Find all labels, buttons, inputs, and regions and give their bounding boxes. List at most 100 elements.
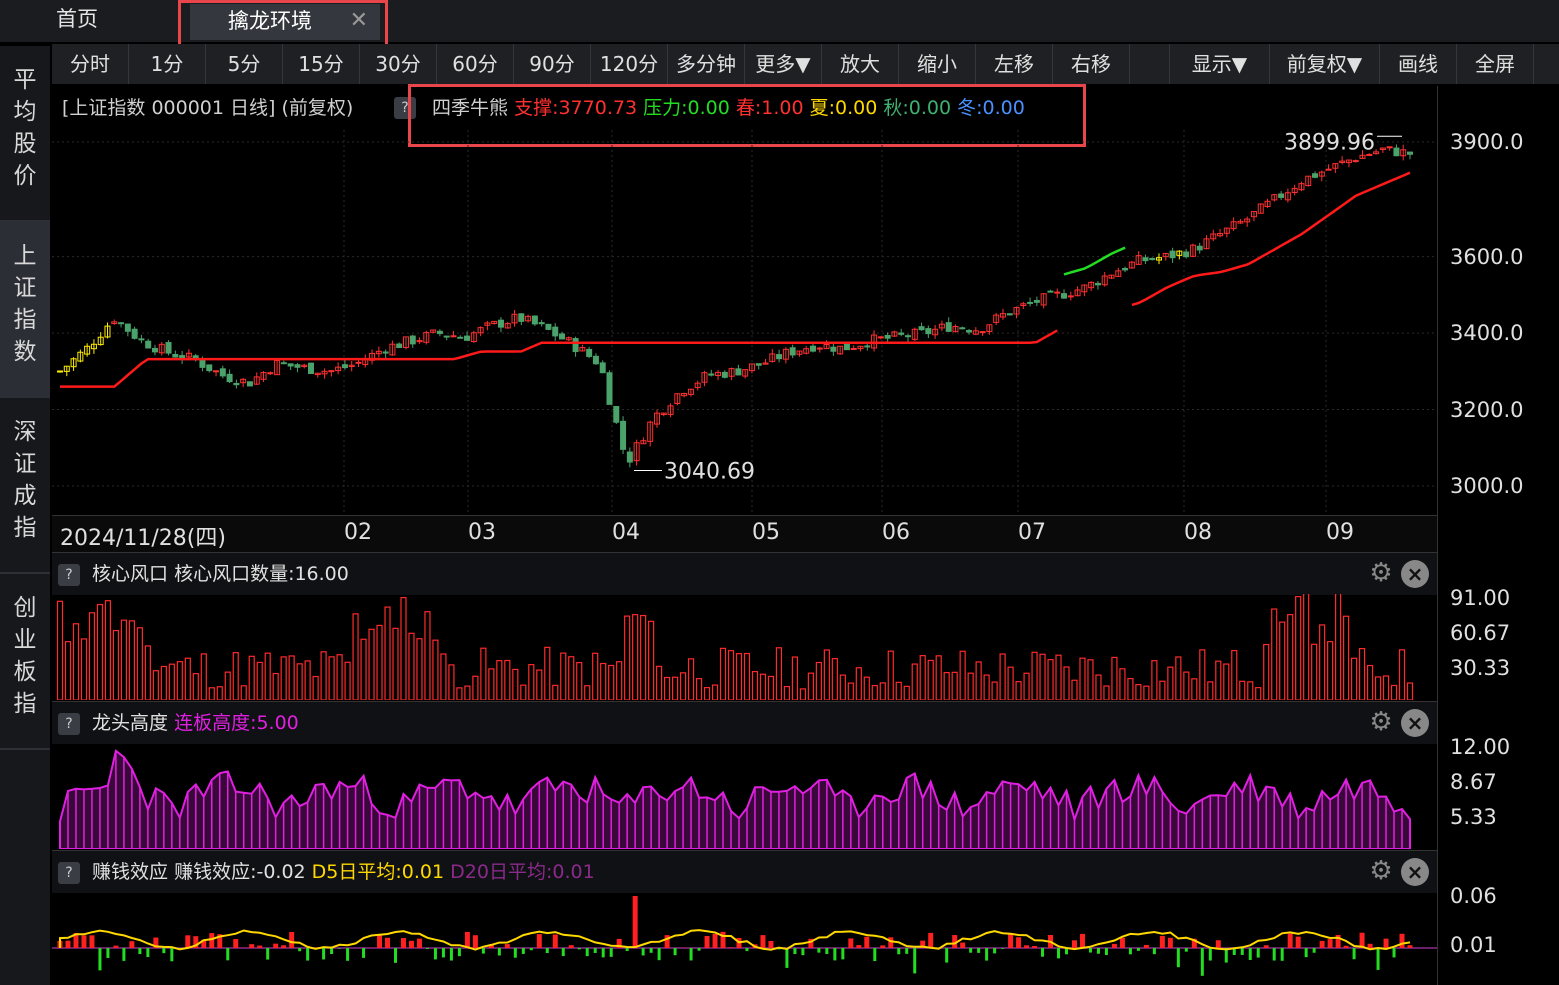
toolbar-button-12[interactable]: 左移 [976,44,1053,84]
profit-bar [1008,934,1014,948]
toolbar-button-11[interactable]: 缩小 [899,44,976,84]
core-theme-bar [320,651,327,700]
gear-icon[interactable]: ⚙ [1366,856,1396,886]
gear-icon[interactable]: ⚙ [1366,558,1396,588]
toolbar-button-17[interactable]: 画线 [1380,44,1457,84]
pressure-value: 压力:0.00 [643,97,730,119]
profit-bar [1367,943,1373,948]
help-icon[interactable]: ? [58,712,80,735]
candle-body [830,346,837,352]
toolbar-button-6[interactable]: 90分 [514,44,591,84]
right-price-axis [1437,86,1559,985]
sidebar-char: 价 [13,163,37,189]
toolbar-button-1[interactable]: 1分 [129,44,206,84]
core-theme-bar [1215,660,1222,700]
core-theme-bar [975,661,982,700]
candle-body [450,335,457,338]
core-theme-bar [1287,614,1294,700]
candle-body [206,364,213,372]
candle-body [1006,313,1013,316]
toolbar-button-13[interactable]: 右移 [1053,44,1130,84]
profit-bar [1327,939,1333,948]
core-theme-bar [440,653,447,700]
close-circle-icon[interactable]: × [1401,858,1429,886]
candle-body [1149,257,1156,261]
core-theme-bar [544,646,551,700]
candle-body [226,373,233,383]
core-theme-bar [1350,657,1358,700]
toolbar-button-15[interactable]: 显示▼ [1170,44,1270,84]
profit-bar [1024,945,1030,948]
sidebar-char: 指 [13,691,37,717]
candle-body [341,364,348,369]
sidebar-item-shenzhen-index[interactable]: 深证成指 [0,398,50,574]
help-icon[interactable]: ? [394,97,416,119]
toolbar-button-0[interactable]: 分时 [52,44,129,84]
loss-bar [897,948,901,955]
loss-bar [657,948,661,961]
toolbar-button-4[interactable]: 30分 [360,44,437,84]
core-theme-bar [112,629,120,700]
toolbar-button-10[interactable]: 放大 [822,44,899,84]
tab-qinlong[interactable]: 擒龙环境 ✕ [190,4,380,40]
core-theme-bar [775,647,783,700]
toolbar-button-9[interactable]: 更多▼ [745,44,822,84]
close-circle-icon[interactable]: × [1401,560,1429,588]
sidebar-item-chinext-index[interactable]: 创业板指 [0,574,50,750]
candle-body [138,338,145,341]
loss-bar [673,948,677,956]
toolbar-button-18[interactable]: 全屏 [1457,44,1534,84]
toolbar-button-8[interactable]: 多分钟 [668,44,745,84]
loss-bar [170,948,174,962]
core-theme-bar [168,663,175,700]
candle-body [213,370,220,373]
loss-bar [985,948,989,961]
core-theme-bar [248,655,255,700]
loss-bar [1208,948,1212,961]
close-circle-icon[interactable]: × [1401,709,1429,737]
candle-body [199,359,206,368]
tab-home[interactable]: 首页 [0,0,170,42]
price-tick-label: 3400.0 [1450,321,1524,346]
profit-effect-chart[interactable] [52,892,1437,985]
date-label: 09 [1326,520,1354,545]
toolbar-button-16[interactable]: 前复权▼ [1270,44,1380,84]
core-theme-bar [1335,594,1342,700]
loss-bar [913,948,917,974]
main-candlestick-chart[interactable]: 3899.96 3040.69 [52,130,1437,515]
help-icon[interactable]: ? [58,861,80,884]
sidebar-char: 业 [13,627,37,653]
candle-body [382,351,389,354]
toolbar-button-5[interactable]: 60分 [437,44,514,84]
core-theme-bar [344,661,351,700]
core-theme-bar [80,638,88,700]
candle-body [850,347,857,350]
loss-bar [529,948,533,951]
loss-bar [689,948,693,961]
top-tab-bar: 首页 擒龙环境 ✕ [0,0,1559,42]
profit-bar [768,940,774,948]
core-theme-bar [624,615,631,700]
sidebar-item-average-price[interactable]: 平均股价 [0,46,50,222]
sidebar-item-shanghai-index[interactable]: 上证指数 [0,222,50,398]
toolbar-button-2[interactable]: 5分 [206,44,283,84]
candle-body [586,348,593,357]
core-theme-bar [520,684,527,700]
help-icon[interactable]: ? [58,563,80,586]
sidebar-char: 深 [13,419,37,445]
core-theme-bar-chart[interactable] [52,594,1437,700]
sidebar-char: 指 [13,307,37,333]
core-theme-bar [144,645,151,700]
core-theme-bar [1127,677,1134,700]
candle-body [572,338,579,353]
gear-icon[interactable]: ⚙ [1366,707,1396,737]
toolbar-button-7[interactable]: 120分 [591,44,668,84]
close-icon[interactable]: ✕ [350,4,368,38]
candle-body [545,323,552,330]
core-theme-bar [1223,663,1230,700]
toolbar-button-3[interactable]: 15分 [283,44,360,84]
profit-bar [1343,945,1349,948]
core-theme-bar [120,619,128,700]
leader-height-chart[interactable] [52,743,1437,849]
loss-bar [817,948,821,953]
